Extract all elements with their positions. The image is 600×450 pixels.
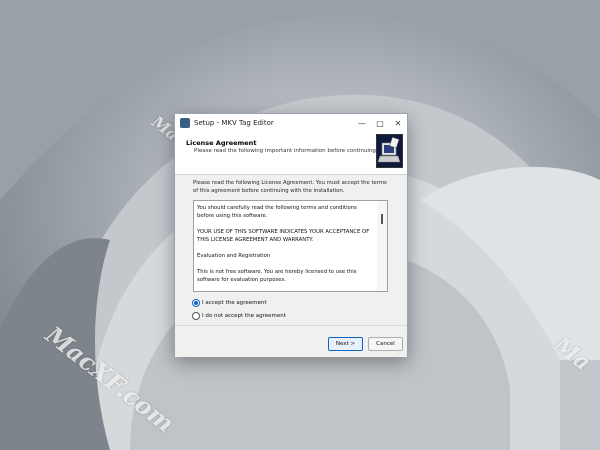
cancel-button[interactable]: Cancel [368, 337, 403, 351]
setup-dialog: Setup - MKV Tag Editor — □ ✕ License Agr… [174, 113, 408, 357]
accept-label: I accept the agreement [202, 300, 267, 306]
license-paragraph: YOUR USE OF THIS SOFTWARE INDICATES YOUR… [197, 229, 370, 243]
minimize-icon[interactable]: — [353, 114, 371, 132]
wizard-footer: Next > Cancel [175, 325, 407, 357]
installer-logo-icon [376, 134, 403, 168]
page-subtitle: Please read the following important info… [194, 148, 378, 154]
window-title: Setup - MKV Tag Editor [194, 119, 274, 127]
wizard-header: License Agreement Please read the follow… [175, 132, 407, 175]
scrollbar-thumb[interactable] [381, 214, 383, 224]
license-paragraph: Evaluation and Registration [197, 253, 271, 259]
setup-app-icon [180, 118, 190, 128]
decline-option[interactable]: I do not accept the agreement [192, 312, 286, 320]
maximize-icon[interactable]: □ [371, 114, 389, 132]
decline-label: I do not accept the agreement [202, 313, 286, 319]
license-textbox[interactable]: You should carefully read the following … [193, 200, 388, 292]
page-title: License Agreement [186, 139, 257, 147]
next-button[interactable]: Next > [328, 337, 363, 351]
intro-text: Please read the following License Agreem… [193, 180, 387, 194]
title-bar[interactable]: Setup - MKV Tag Editor — □ ✕ [175, 114, 407, 132]
wizard-body: Please read the following License Agreem… [175, 175, 407, 325]
accept-option[interactable]: I accept the agreement [192, 299, 267, 307]
license-text: You should carefully read the following … [194, 201, 378, 284]
license-paragraph: This is not free software. You are hereb… [197, 269, 357, 283]
accept-radio[interactable] [192, 299, 200, 307]
license-paragraph: You should carefully read the following … [197, 205, 357, 219]
close-icon[interactable]: ✕ [389, 114, 407, 132]
license-scrollbar[interactable] [377, 201, 387, 291]
decline-radio[interactable] [192, 312, 200, 320]
